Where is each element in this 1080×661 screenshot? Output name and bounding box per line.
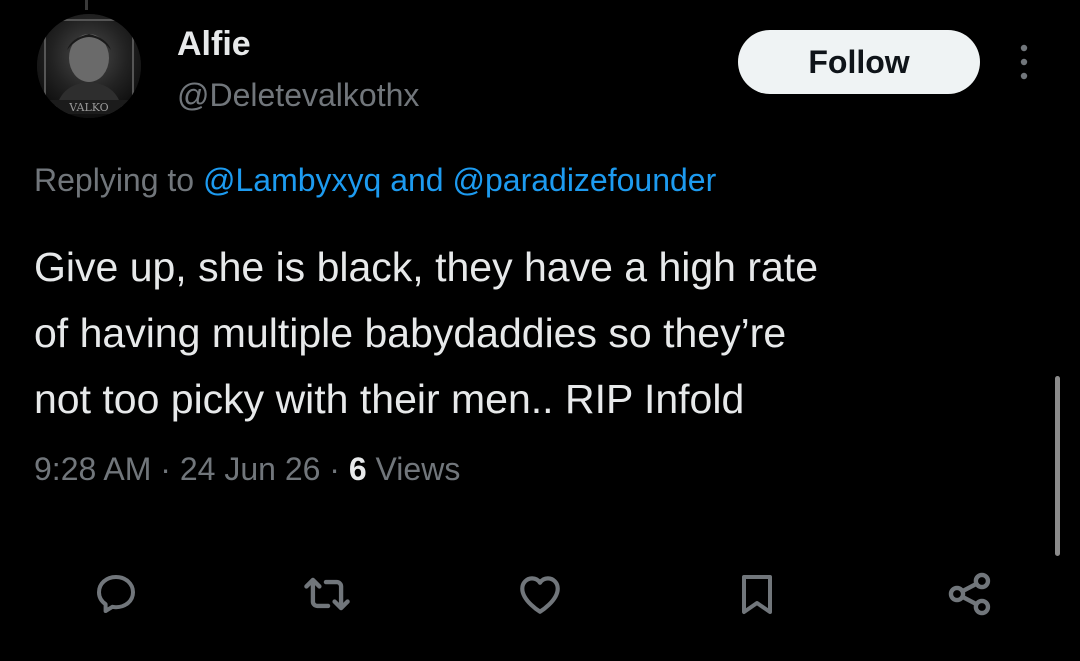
- share-icon: [948, 572, 991, 616]
- tweet-text-line: Give up, she is black, they have a high …: [34, 244, 819, 290]
- reply-context: Replying to @Lambyxyq and @paradizefound…: [34, 158, 716, 202]
- author-handle[interactable]: @Deletevalkothx: [177, 75, 419, 115]
- views-label[interactable]: Views: [367, 451, 461, 487]
- tweet-text-line: not too picky with their men.. RIP Infol…: [34, 376, 745, 422]
- author-name[interactable]: Alfie: [177, 24, 251, 64]
- thread-connector-line: [85, 0, 88, 10]
- tweet-text-line: of having multiple babydaddies so they’r…: [34, 310, 787, 356]
- bookmark-icon: [742, 575, 772, 614]
- meta-separator: ·: [151, 451, 180, 487]
- mention-link[interactable]: @Lambyxyq: [203, 162, 381, 198]
- views-count[interactable]: 6: [349, 451, 367, 487]
- share-button[interactable]: [940, 564, 1000, 624]
- tweet-time[interactable]: 9:28 AM: [34, 451, 151, 487]
- mention-link[interactable]: @paradizefounder: [452, 162, 716, 198]
- meta-separator: ·: [320, 451, 349, 487]
- more-vertical-icon[interactable]: [1010, 40, 1038, 84]
- reply-button[interactable]: [86, 564, 146, 624]
- like-button[interactable]: [510, 564, 570, 624]
- like-icon: [520, 576, 560, 614]
- follow-button[interactable]: Follow: [738, 30, 980, 94]
- mention-joiner[interactable]: and: [381, 162, 452, 198]
- bookmark-button[interactable]: [727, 564, 787, 624]
- tweet-date[interactable]: 24 Jun 26: [180, 451, 321, 487]
- tweet-text: Give up, she is black, they have a high …: [34, 234, 1034, 432]
- avatar-image: VALKO: [37, 14, 141, 118]
- reply-icon: [97, 575, 135, 613]
- retweet-icon: [304, 577, 350, 611]
- avatar[interactable]: VALKO: [37, 14, 141, 118]
- tweet-meta: 9:28 AM · 24 Jun 26 · 6 Views: [34, 447, 460, 491]
- reply-prefix: Replying to: [34, 162, 203, 198]
- retweet-button[interactable]: [297, 564, 357, 624]
- avatar-caption: VALKO: [68, 101, 108, 114]
- scrollbar[interactable]: [1055, 376, 1060, 556]
